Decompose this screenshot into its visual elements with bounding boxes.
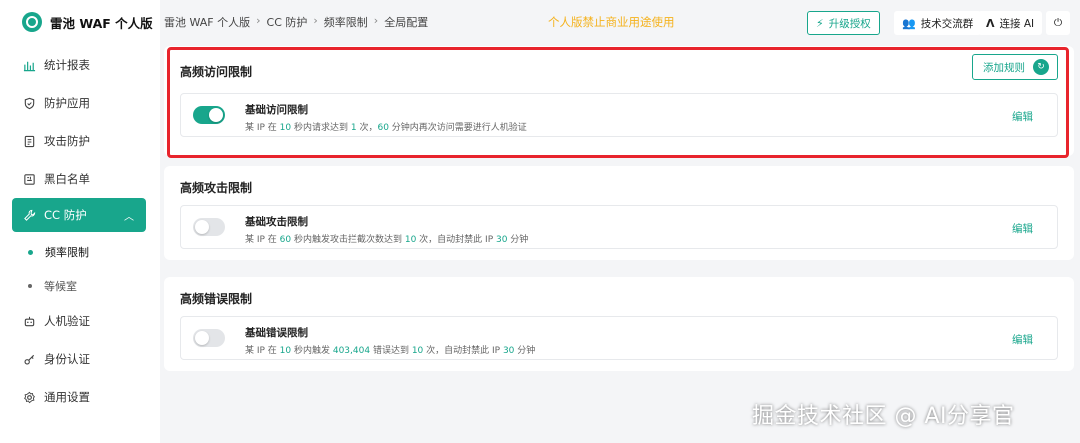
sidebar: 雷池 WAF 个人版 统计报表 防护应用 攻击防护 黑白名单 CC 防护 ︿ 频…	[0, 0, 160, 443]
brand-name: 雷池 WAF 个人版	[50, 15, 153, 31]
breadcrumb-separator: ›	[256, 14, 261, 27]
lightning-icon: ⚡	[816, 16, 824, 30]
rule-row: 基础错误限制 某 IP 在 10 秒内触发 403,404 错误达到 10 次，…	[180, 316, 1058, 360]
sidebar-item-general-settings[interactable]: 通用设置	[12, 380, 146, 414]
logo-icon	[22, 12, 42, 32]
breadcrumb: 雷池 WAF 个人版 › CC 防护 › 频率限制 › 全局配置	[164, 14, 428, 30]
watermark: 掘金技术社区 @ AI分享官	[752, 404, 1015, 429]
sidebar-item-label: 攻击防护	[44, 134, 90, 148]
breadcrumb-separator: ›	[373, 14, 379, 27]
group-label: 技术交流群	[920, 17, 974, 30]
breadcrumb-item[interactable]: 频率限制	[324, 14, 368, 30]
rule-enabled-toggle[interactable]	[193, 106, 225, 124]
key-icon	[22, 352, 36, 366]
breadcrumb-separator: ›	[313, 14, 318, 27]
breadcrumb-item[interactable]: 雷池 WAF 个人版	[164, 14, 250, 30]
sidebar-subitem-rate-limit[interactable]: 频率限制	[12, 238, 146, 266]
sidebar-item-blackwhite-list[interactable]: 黑白名单	[12, 162, 146, 196]
ai-icon: Ʌ	[986, 16, 995, 30]
sidebar-item-label: CC 防护	[44, 208, 87, 222]
section-title: 高频攻击限制	[180, 181, 253, 195]
bullet-icon	[28, 284, 32, 288]
sidebar-item-protected-apps[interactable]: 防护应用	[12, 86, 146, 120]
rule-name: 基础攻击限制	[245, 216, 308, 228]
sidebar-item-statistics[interactable]: 统计报表	[12, 48, 146, 82]
sidebar-item-label: 通用设置	[44, 390, 90, 404]
add-rule-button[interactable]: 添加规则 ↻	[972, 54, 1058, 80]
sidebar-subitem-label: 等候室	[44, 280, 77, 293]
gear-icon	[22, 390, 36, 404]
users-icon: 👥	[902, 16, 916, 30]
logout-button[interactable]: ⏻	[1046, 11, 1070, 35]
section-high-frequency-attack: 高频攻击限制 基础攻击限制 某 IP 在 60 秒内触发攻击拦截次数达到 10 …	[164, 166, 1074, 260]
breadcrumb-item[interactable]: CC 防护	[267, 14, 308, 30]
edit-rule-button[interactable]: 编辑	[1012, 332, 1033, 347]
list-icon	[22, 172, 36, 186]
rule-description: 某 IP 在 10 秒内触发 403,404 错误达到 10 次，自动封禁此 I…	[245, 346, 536, 356]
sidebar-item-label: 统计报表	[44, 58, 90, 72]
robot-icon	[22, 314, 36, 328]
section-high-frequency-access: 高频访问限制 添加规则 ↻ 基础访问限制 某 IP 在 10 秒内请求达到 1 …	[164, 46, 1074, 156]
bullet-icon	[28, 249, 33, 255]
breadcrumb-current: 全局配置	[384, 16, 429, 29]
rule-enabled-toggle[interactable]	[193, 218, 225, 236]
sidebar-subitem-label: 频率限制	[45, 246, 89, 259]
rule-row: 基础攻击限制 某 IP 在 60 秒内触发攻击拦截次数达到 10 次，自动封禁此…	[180, 205, 1058, 249]
sidebar-item-attack-protection[interactable]: 攻击防护	[12, 124, 146, 158]
section-title: 高频错误限制	[180, 292, 253, 306]
connect-ai-button[interactable]: Ʌ 连接 AI	[978, 11, 1043, 35]
section-high-frequency-error: 高频错误限制 基础错误限制 某 IP 在 10 秒内触发 403,404 错误达…	[164, 277, 1074, 371]
wrench-icon	[22, 208, 36, 222]
tech-group-button[interactable]: 👥 技术交流群	[894, 11, 982, 35]
sidebar-item-label: 身份认证	[44, 352, 90, 366]
rule-enabled-toggle[interactable]	[193, 329, 225, 347]
rule-description: 某 IP 在 10 秒内请求达到 1 次，60 分钟内再次访问需要进行人机验证	[245, 123, 527, 133]
ai-label: 连接 AI	[999, 17, 1035, 30]
rule-name: 基础错误限制	[245, 327, 308, 339]
sidebar-item-label: 防护应用	[44, 96, 90, 110]
top-header: 雷池 WAF 个人版 › CC 防护 › 频率限制 › 全局配置 个人版禁止商业…	[160, 0, 1080, 44]
shield-icon	[22, 96, 36, 110]
sidebar-item-label: 人机验证	[44, 314, 90, 328]
commercial-use-notice: 个人版禁止商业用途使用	[548, 15, 675, 29]
sidebar-subitem-waiting-room[interactable]: 等候室	[12, 272, 146, 300]
logout-icon: ⏻	[1053, 16, 1063, 29]
sidebar-item-label: 黑白名单	[44, 172, 90, 186]
rule-description: 某 IP 在 60 秒内触发攻击拦截次数达到 10 次，自动封禁此 IP 30 …	[245, 235, 529, 245]
upgrade-label: 升级授权	[828, 17, 871, 30]
sidebar-item-cc-protection[interactable]: CC 防护 ︿	[12, 198, 146, 232]
bar-chart-icon	[22, 58, 36, 72]
section-title: 高频访问限制	[180, 65, 253, 79]
ai-assist-icon: ↻	[1033, 59, 1049, 75]
chevron-up-icon: ︿	[124, 211, 134, 223]
edit-rule-button[interactable]: 编辑	[1012, 109, 1033, 124]
edit-rule-button[interactable]: 编辑	[1012, 221, 1033, 236]
upgrade-license-button[interactable]: ⚡ 升级授权	[807, 11, 880, 35]
rule-row: 基础访问限制 某 IP 在 10 秒内请求达到 1 次，60 分钟内再次访问需要…	[180, 93, 1058, 137]
rule-name: 基础访问限制	[245, 104, 308, 116]
document-icon	[22, 134, 36, 148]
sidebar-item-identity-auth[interactable]: 身份认证	[12, 342, 146, 376]
brand[interactable]: 雷池 WAF 个人版	[0, 0, 160, 44]
sidebar-item-human-verification[interactable]: 人机验证	[12, 304, 146, 338]
add-rule-label: 添加规则	[983, 61, 1025, 74]
